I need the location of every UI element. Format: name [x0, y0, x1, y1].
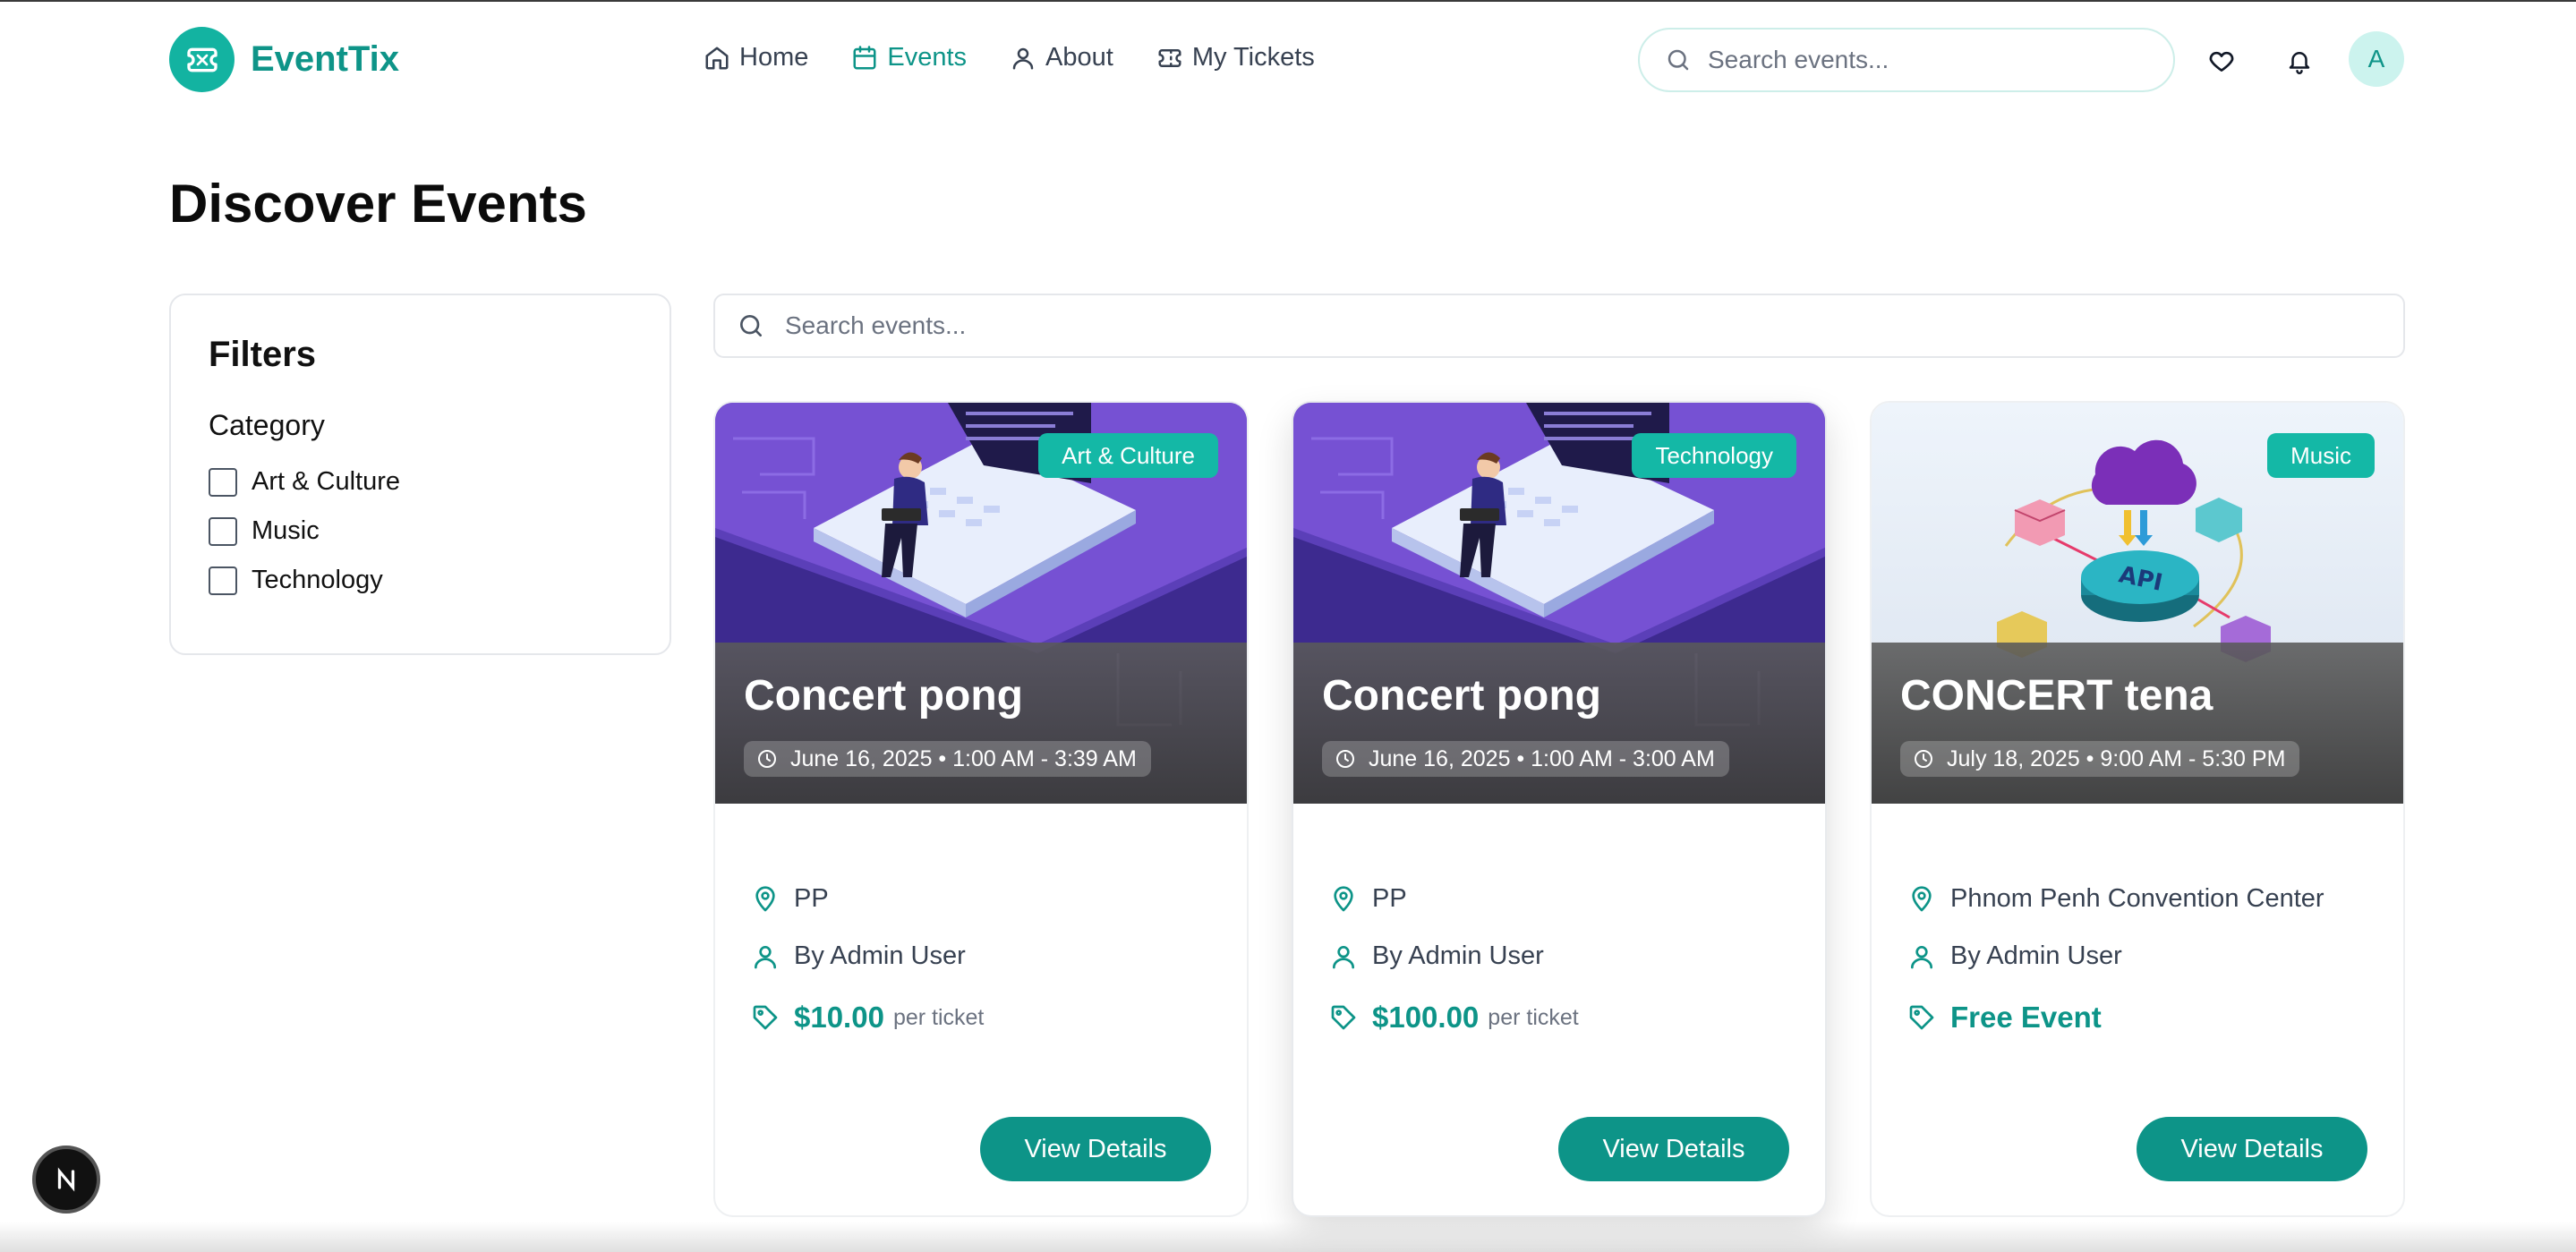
user-icon — [1333, 945, 1354, 968]
event-organizer: By Admin User — [751, 941, 966, 971]
nav-about-label: About — [1045, 43, 1113, 72]
event-organizer: By Admin User — [1907, 941, 2122, 971]
image-overlay — [1293, 643, 1825, 804]
event-location: PP — [751, 884, 829, 914]
filter-option-label: Technology — [252, 566, 383, 594]
filter-option-technology[interactable]: Technology — [209, 566, 670, 595]
event-organizer-text: By Admin User — [1950, 941, 2122, 970]
filters-title: Filters — [209, 335, 317, 374]
view-details-button[interactable]: View Details — [1558, 1117, 1789, 1181]
map-pin-icon — [1334, 885, 1353, 911]
header-search-placeholder: Search events... — [1708, 46, 1889, 73]
top-navbar: EventTix Home Events About My Tickets Se… — [0, 2, 2576, 115]
event-datetime-text: July 18, 2025 • 9:00 AM - 5:30 PM — [1947, 745, 2286, 771]
clock-icon — [758, 750, 776, 768]
bell-icon — [2289, 52, 2310, 74]
event-datetime: June 16, 2025 • 1:00 AM - 3:00 AM — [1322, 741, 1729, 777]
event-price-value: Free Event — [1950, 1001, 2102, 1034]
event-price-suffix: per ticket — [1488, 1004, 1579, 1030]
event-price: $100.00 per ticket — [1329, 1001, 1579, 1035]
nav-events[interactable]: Events — [851, 43, 967, 72]
checkbox[interactable] — [209, 566, 237, 595]
event-location-text: PP — [1372, 884, 1407, 913]
user-icon — [755, 945, 776, 968]
favorites-button[interactable] — [2202, 41, 2241, 81]
map-pin-icon — [1912, 885, 1932, 911]
event-organizer: By Admin User — [1329, 941, 1544, 971]
events-search-input[interactable]: Search events... — [713, 294, 2405, 358]
tag-icon — [1331, 1005, 1356, 1030]
event-price-value: $100.00 — [1372, 1001, 1480, 1034]
dev-tools-badge[interactable] — [32, 1146, 100, 1214]
event-location: PP — [1329, 884, 1407, 914]
page-title: Discover Events — [169, 174, 587, 234]
brand-name: EventTix — [251, 39, 399, 79]
view-details-button[interactable]: View Details — [980, 1117, 1211, 1181]
event-datetime: June 16, 2025 • 1:00 AM - 3:39 AM — [744, 741, 1151, 777]
event-price: Free Event — [1907, 1001, 2102, 1035]
event-datetime-text: June 16, 2025 • 1:00 AM - 3:00 AM — [1369, 745, 1715, 771]
nav-home-label: Home — [739, 43, 809, 72]
ticket-logo-icon — [169, 27, 235, 92]
nav-events-label: Events — [887, 43, 968, 72]
event-title: Concert pong — [744, 672, 1023, 720]
event-title: CONCERT tena — [1900, 672, 2213, 720]
clock-icon — [1336, 750, 1354, 768]
filter-option-art-culture[interactable]: Art & Culture — [209, 467, 670, 497]
image-overlay — [715, 643, 1247, 804]
user-icon — [1911, 945, 1932, 968]
event-card[interactable]: API Music CONCERT tena July 18, 2025 • 9… — [1870, 401, 2405, 1217]
category-badge: Technology — [1632, 433, 1796, 478]
event-location: Phnom Penh Convention Center — [1907, 884, 2324, 914]
user-icon — [1012, 47, 1034, 69]
event-datetime: July 18, 2025 • 9:00 AM - 5:30 PM — [1900, 741, 2300, 777]
clock-icon — [1915, 750, 1932, 768]
user-avatar[interactable]: A — [2349, 31, 2404, 87]
main-nav: Home Events About My Tickets — [704, 43, 1358, 72]
bottom-edge — [0, 1222, 2576, 1252]
ticket-icon — [1158, 48, 1181, 67]
event-location-text: PP — [794, 884, 829, 913]
tag-icon — [1909, 1005, 1934, 1030]
search-icon — [740, 315, 762, 336]
nav-home[interactable]: Home — [704, 43, 808, 72]
checkbox[interactable] — [209, 467, 237, 497]
event-card[interactable]: Art & Culture Concert pong June 16, 2025… — [713, 401, 1249, 1217]
image-overlay — [1872, 643, 2403, 804]
event-title: Concert pong — [1322, 672, 1601, 720]
checkbox[interactable] — [209, 516, 237, 546]
notifications-button[interactable] — [2280, 41, 2319, 81]
brand-logo[interactable]: EventTix — [169, 27, 399, 92]
nav-my-tickets-label: My Tickets — [1191, 43, 1315, 72]
events-search-placeholder: Search events... — [785, 311, 967, 339]
event-organizer-text: By Admin User — [794, 941, 966, 970]
category-badge: Art & Culture — [1038, 433, 1218, 478]
nav-about[interactable]: About — [1010, 43, 1113, 72]
event-price-value: $10.00 — [794, 1001, 884, 1034]
search-icon — [1668, 49, 1689, 71]
event-organizer-text: By Admin User — [1372, 941, 1544, 970]
filter-option-label: Music — [252, 516, 320, 545]
filter-option-label: Art & Culture — [252, 467, 400, 496]
category-label: Category — [209, 409, 325, 441]
view-details-button[interactable]: View Details — [2137, 1117, 2367, 1181]
filter-option-music[interactable]: Music — [209, 516, 670, 546]
map-pin-icon — [755, 885, 775, 911]
event-location-text: Phnom Penh Convention Center — [1950, 884, 2324, 913]
event-price: $10.00 per ticket — [751, 1001, 984, 1035]
home-icon — [705, 47, 729, 69]
event-datetime-text: June 16, 2025 • 1:00 AM - 3:39 AM — [790, 745, 1137, 771]
category-badge: Music — [2267, 433, 2375, 478]
nav-my-tickets[interactable]: My Tickets — [1156, 43, 1315, 72]
tag-icon — [753, 1005, 778, 1030]
calendar-icon — [853, 45, 876, 69]
next-logo-icon — [57, 1167, 75, 1192]
event-price-suffix: per ticket — [892, 1004, 985, 1030]
heart-icon — [2209, 51, 2234, 72]
header-search-input[interactable]: Search events... — [1638, 28, 2175, 92]
event-card[interactable]: Technology Concert pong June 16, 2025 • … — [1292, 401, 1827, 1217]
filters-panel: Filters Category Art & Culture Music Tec… — [169, 294, 671, 655]
